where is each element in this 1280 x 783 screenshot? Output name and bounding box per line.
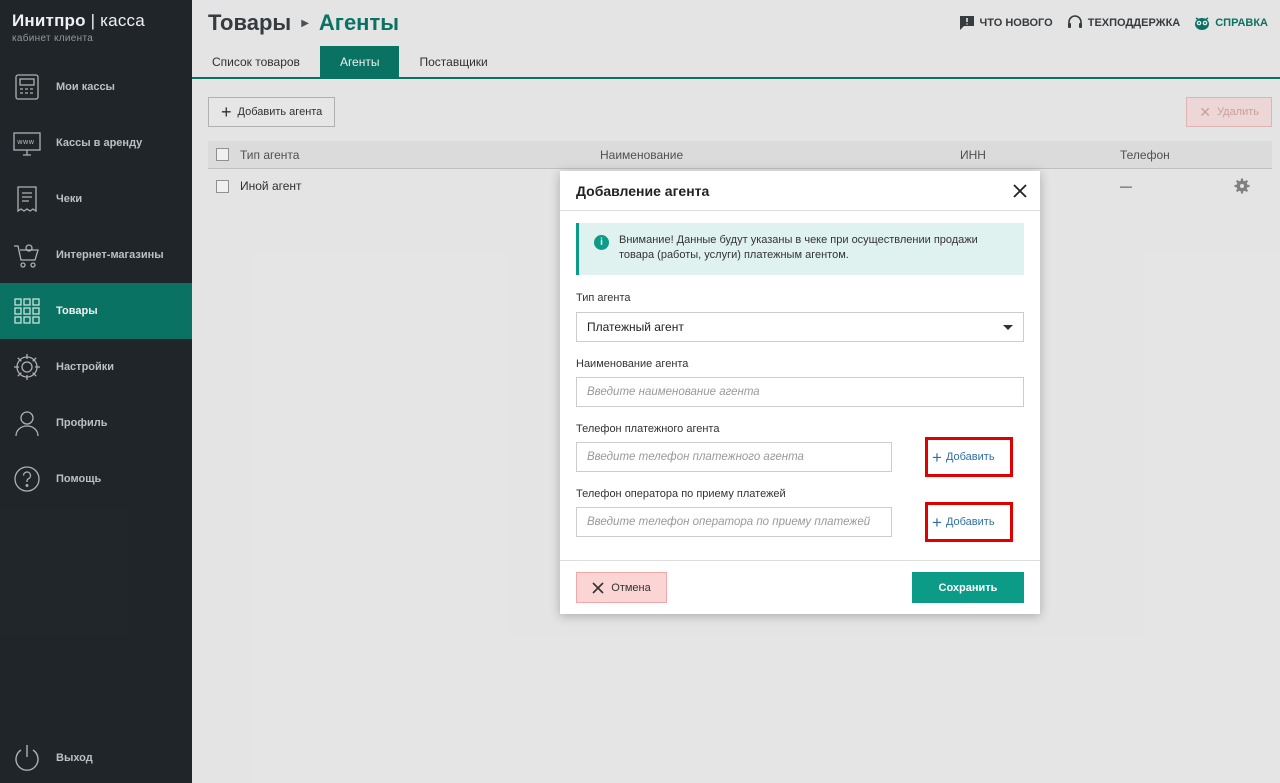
dialog-title: Добавление агента bbox=[576, 182, 710, 199]
agent-phone-label: Телефон платежного агента bbox=[576, 423, 720, 435]
add-agent-phone-button[interactable]: + Добавить bbox=[925, 437, 1013, 477]
add-label: Добавить bbox=[945, 516, 995, 528]
operator-phone-input[interactable] bbox=[576, 507, 892, 537]
add-label: Добавить bbox=[945, 451, 995, 463]
agent-name-label: Наименование агента bbox=[576, 358, 689, 370]
save-button[interactable]: Сохранить bbox=[912, 572, 1024, 603]
dialog-header: Добавление агента bbox=[560, 171, 1040, 211]
add-agent-dialog: Добавление агента i Внимание! Данные буд… bbox=[560, 171, 1040, 614]
agent-type-value: Платежный агент bbox=[587, 320, 684, 334]
agent-name-input[interactable] bbox=[576, 377, 1024, 407]
dialog-footer: Отмена Сохранить bbox=[560, 560, 1040, 614]
notice-text: Внимание! Данные будут указаны в чеке пр… bbox=[619, 234, 978, 261]
close-icon[interactable] bbox=[1012, 183, 1028, 199]
agent-type-label: Тип агента bbox=[576, 292, 631, 304]
cancel-label: Отмена bbox=[611, 581, 651, 594]
info-icon: i bbox=[594, 235, 609, 250]
plus-icon: + bbox=[932, 447, 942, 467]
plus-icon: + bbox=[932, 512, 942, 532]
cancel-button[interactable]: Отмена bbox=[576, 572, 667, 603]
agent-phone-input[interactable] bbox=[576, 442, 892, 472]
add-operator-phone-button[interactable]: + Добавить bbox=[925, 502, 1013, 542]
chevron-down-icon bbox=[1003, 325, 1013, 330]
agent-type-select[interactable]: Платежный агент bbox=[576, 312, 1024, 342]
notice-box: i Внимание! Данные будут указаны в чеке … bbox=[576, 223, 1024, 275]
close-icon bbox=[592, 581, 604, 594]
operator-phone-label: Телефон оператора по приему платежей bbox=[576, 488, 786, 500]
